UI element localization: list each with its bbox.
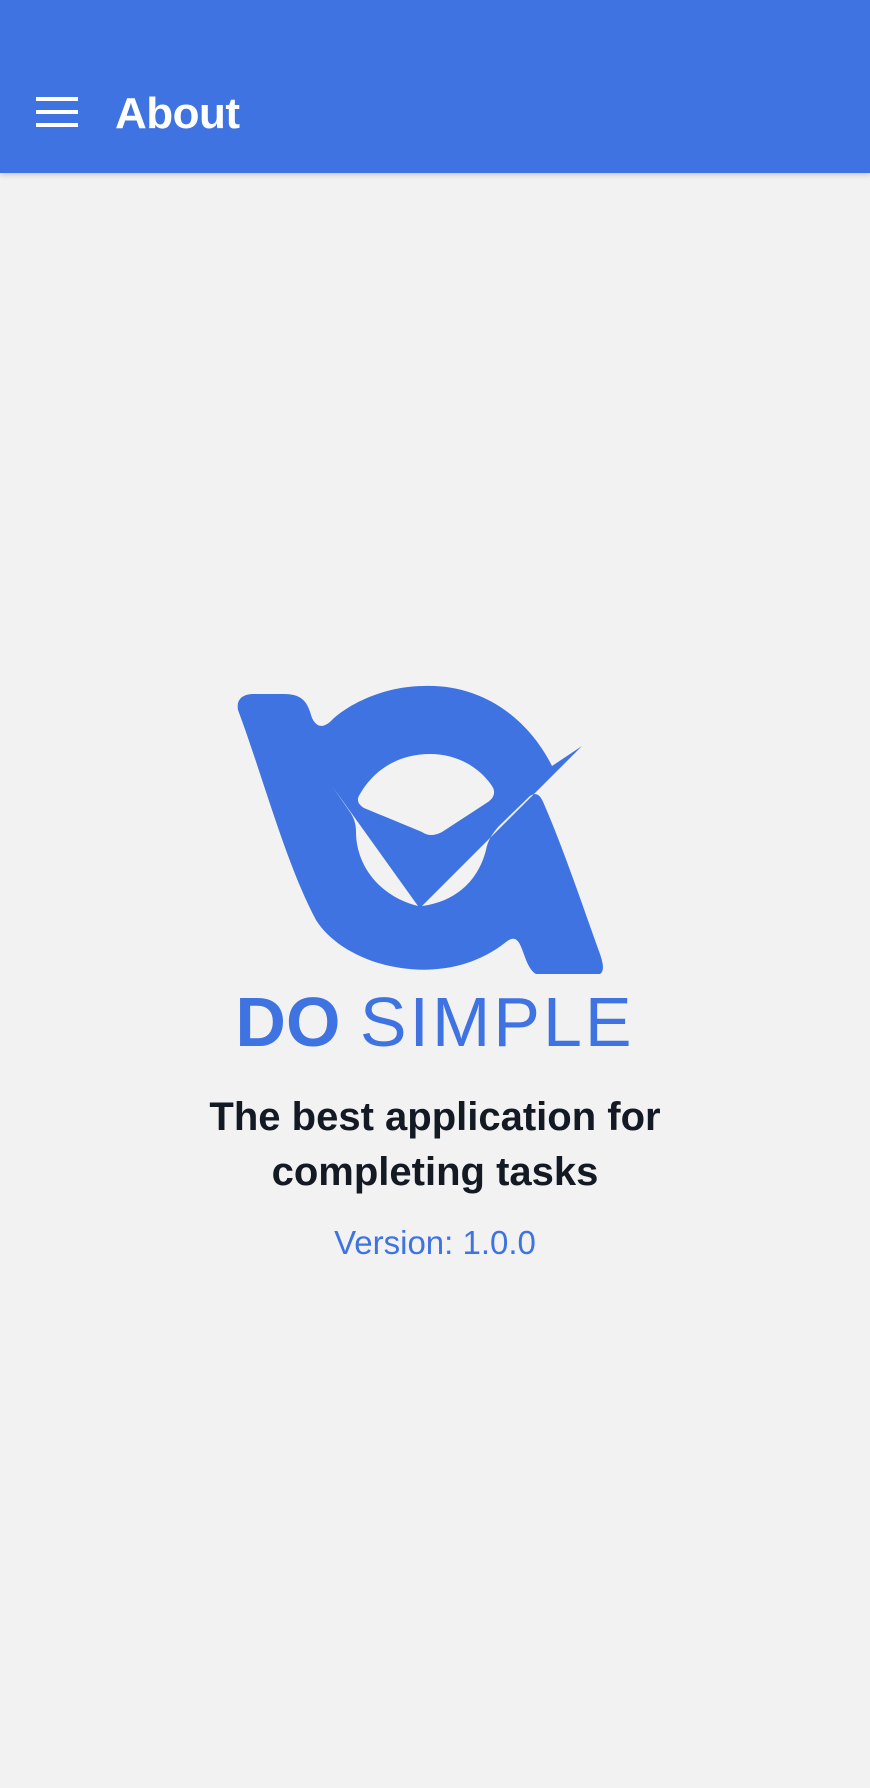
page-title: About: [115, 89, 240, 138]
brand-word-simple: SIMPLE: [359, 983, 635, 1061]
version-label: Version: 1.0.0: [334, 1224, 536, 1261]
brand-word-do: DO: [235, 983, 341, 1061]
app-bar: About: [0, 0, 870, 173]
hamburger-menu-icon: [36, 96, 78, 132]
do-simple-checkmark-logo-icon: [237, 685, 603, 974]
app-tagline: The best application for completing task…: [0, 1090, 870, 1200]
brand-wordmark: DO SIMPLE: [0, 982, 870, 1062]
tagline-line-1: The best application for: [209, 1095, 661, 1139]
tagline-line-2: completing tasks: [271, 1150, 599, 1194]
menu-button[interactable]: [25, 82, 89, 146]
